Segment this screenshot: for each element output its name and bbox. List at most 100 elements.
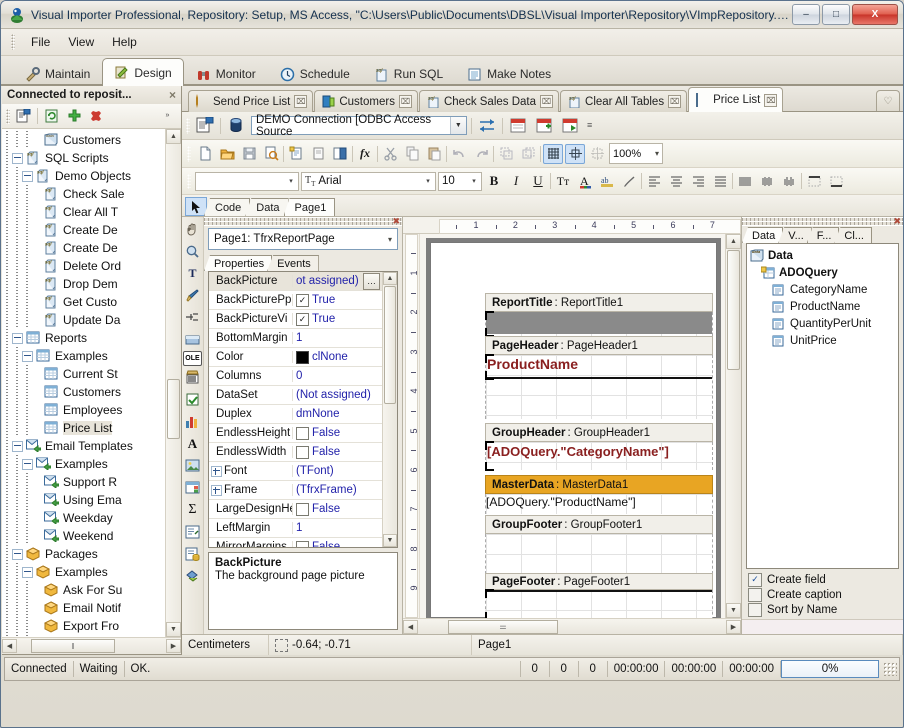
- repository-tree-item[interactable]: Email Notif: [2, 599, 165, 617]
- scroll-down-arrow[interactable]: ▼: [726, 603, 741, 618]
- resize-grip[interactable]: [883, 662, 897, 676]
- property-value-cell[interactable]: False: [293, 540, 382, 547]
- space-equal-vertical-button[interactable]: [757, 171, 777, 191]
- repository-tree-item[interactable]: sql Drop Dem: [2, 275, 165, 293]
- band-header[interactable]: ReportTitle: ReportTitle1: [485, 293, 713, 312]
- calendar-icon[interactable]: [507, 115, 529, 137]
- new-page-button[interactable]: [286, 144, 306, 164]
- toggle-grid-button[interactable]: [543, 143, 563, 164]
- add-button[interactable]: [65, 107, 84, 126]
- property-row[interactable]: EndlessWidth False: [209, 443, 382, 462]
- property-value-cell[interactable]: clNone: [293, 350, 382, 364]
- space-equal-horizontal-button[interactable]: [735, 171, 755, 191]
- property-grid-scrollbar[interactable]: ▲ ▼: [382, 272, 397, 547]
- close-icon[interactable]: ×: [167, 88, 178, 102]
- checkbox-icon[interactable]: [296, 445, 309, 459]
- color-swatch[interactable]: [296, 350, 309, 364]
- chevron-down-icon[interactable]: ▾: [388, 235, 392, 244]
- checkbox-icon[interactable]: [748, 602, 762, 617]
- page-tab-page1[interactable]: Page1: [283, 198, 336, 216]
- data-panel-grip[interactable]: ✖: [742, 217, 903, 226]
- font-color-button[interactable]: A: [575, 171, 595, 191]
- ungroup-button[interactable]: [518, 144, 538, 164]
- band-header[interactable]: GroupFooter: GroupFooter1: [485, 515, 713, 534]
- checkbox-icon[interactable]: ✓: [296, 293, 309, 307]
- property-value-cell[interactable]: False: [293, 426, 382, 440]
- align-center-button[interactable]: [666, 171, 686, 191]
- close-button[interactable]: X: [852, 4, 898, 25]
- close-icon[interactable]: ⌧: [540, 95, 554, 108]
- tree-collapse-toggle[interactable]: [22, 566, 33, 578]
- property-grid[interactable]: BackPicture ot assigned)… BackPicturePр ✓ Tr…: [208, 271, 398, 548]
- calendar-run-icon[interactable]: [559, 115, 581, 137]
- page-tab-code[interactable]: Code: [204, 198, 251, 216]
- new-report-button[interactable]: [195, 144, 215, 164]
- property-value-cell[interactable]: 0: [293, 370, 382, 382]
- align-right-button[interactable]: [688, 171, 708, 191]
- checkbox-icon[interactable]: [748, 587, 762, 602]
- toolbar-grip[interactable]: [6, 108, 10, 124]
- repository-tree-item[interactable]: Examples: [2, 347, 165, 365]
- property-value-cell[interactable]: ✓ True: [293, 312, 382, 326]
- property-row[interactable]: EndlessHeight False: [209, 424, 382, 443]
- band-report-title[interactable]: ReportTitle: ReportTitle1: [485, 293, 713, 337]
- property-row[interactable]: BottomMargin 1: [209, 329, 382, 348]
- repository-tree-item[interactable]: sql Clear All T: [2, 203, 165, 221]
- data-tree-item[interactable]: ProductName: [747, 298, 898, 315]
- band-group-header[interactable]: GroupHeader: GroupHeader1 [ADOQuery."Cat…: [485, 423, 713, 471]
- repository-tree-item[interactable]: sql Demo Objects: [2, 167, 165, 185]
- transform-icon[interactable]: [476, 115, 498, 137]
- hscroll-left-arrow[interactable]: ◀: [2, 639, 17, 653]
- repository-tree-item[interactable]: sql SQL Scripts: [2, 149, 165, 167]
- repository-tree-item[interactable]: Current St: [2, 365, 165, 383]
- font-name-select[interactable]: TT Arial ▾: [301, 171, 436, 191]
- save-report-button[interactable]: [239, 144, 259, 164]
- band-header[interactable]: PageFooter: PageFooter1: [485, 573, 713, 590]
- data-tree-item[interactable]: data Data: [747, 247, 898, 264]
- property-value-cell[interactable]: False: [293, 445, 382, 459]
- repository-tree-item[interactable]: Weekday: [2, 509, 165, 527]
- checkbox-icon[interactable]: [296, 540, 309, 547]
- checkbox-icon[interactable]: ✓: [748, 572, 762, 587]
- group-button[interactable]: [496, 144, 516, 164]
- memo-category-name[interactable]: [ADOQuery."CategoryName"]: [487, 444, 669, 459]
- repository-tree-item[interactable]: Email Templates: [2, 437, 165, 455]
- italic-button[interactable]: I: [506, 171, 526, 191]
- properties-button[interactable]: [14, 107, 33, 126]
- align-justify-button[interactable]: [710, 171, 730, 191]
- hscroll-left-arrow[interactable]: ◀: [403, 619, 418, 634]
- maximize-button[interactable]: □: [822, 4, 850, 25]
- band-icon[interactable]: [183, 329, 202, 350]
- text-tool-icon[interactable]: T: [183, 263, 202, 284]
- zoom-tool-icon[interactable]: [183, 241, 202, 262]
- band-group-footer[interactable]: GroupFooter: GroupFooter1: [485, 515, 713, 574]
- repository-tree-item[interactable]: Examples: [2, 455, 165, 473]
- tab-run-sql[interactable]: sql Run SQL: [362, 61, 455, 86]
- property-row[interactable]: MirrorMargins False: [209, 538, 382, 547]
- cut-button[interactable]: [380, 144, 400, 164]
- zoom-select[interactable]: 100% ▾: [609, 143, 663, 164]
- repository-tree-item[interactable]: Ask For Su: [2, 581, 165, 599]
- close-icon[interactable]: ⌧: [294, 95, 308, 108]
- data-tree-item[interactable]: UnitPrice: [747, 332, 898, 349]
- data-tree-item[interactable]: CategoryName: [747, 281, 898, 298]
- repository-tree-item[interactable]: data Customers: [2, 131, 165, 149]
- delete-button[interactable]: [88, 107, 107, 126]
- property-value-cell[interactable]: 1: [293, 332, 382, 344]
- toolbar-grip[interactable]: [187, 173, 191, 189]
- report-objects-icon[interactable]: [183, 565, 202, 586]
- repository-tree-item[interactable]: Customers: [2, 383, 165, 401]
- open-report-button[interactable]: [217, 144, 237, 164]
- page-tab-data[interactable]: Data: [245, 198, 289, 216]
- option-create-field[interactable]: ✓ Create field: [748, 572, 899, 587]
- option-create-caption[interactable]: Create caption: [748, 587, 899, 602]
- sum-tool-icon[interactable]: Σ: [183, 499, 202, 520]
- ole-icon[interactable]: OLE: [183, 351, 202, 366]
- repository-tree-item[interactable]: Employees: [2, 401, 165, 419]
- property-value-cell[interactable]: dmNone: [293, 408, 382, 420]
- picture-tool-icon[interactable]: [183, 455, 202, 476]
- data-tab-data[interactable]: Data: [742, 227, 784, 243]
- repository-tree-item[interactable]: Using Ema: [2, 491, 165, 509]
- checkbox-icon[interactable]: [296, 502, 309, 516]
- menu-view[interactable]: View: [60, 32, 102, 52]
